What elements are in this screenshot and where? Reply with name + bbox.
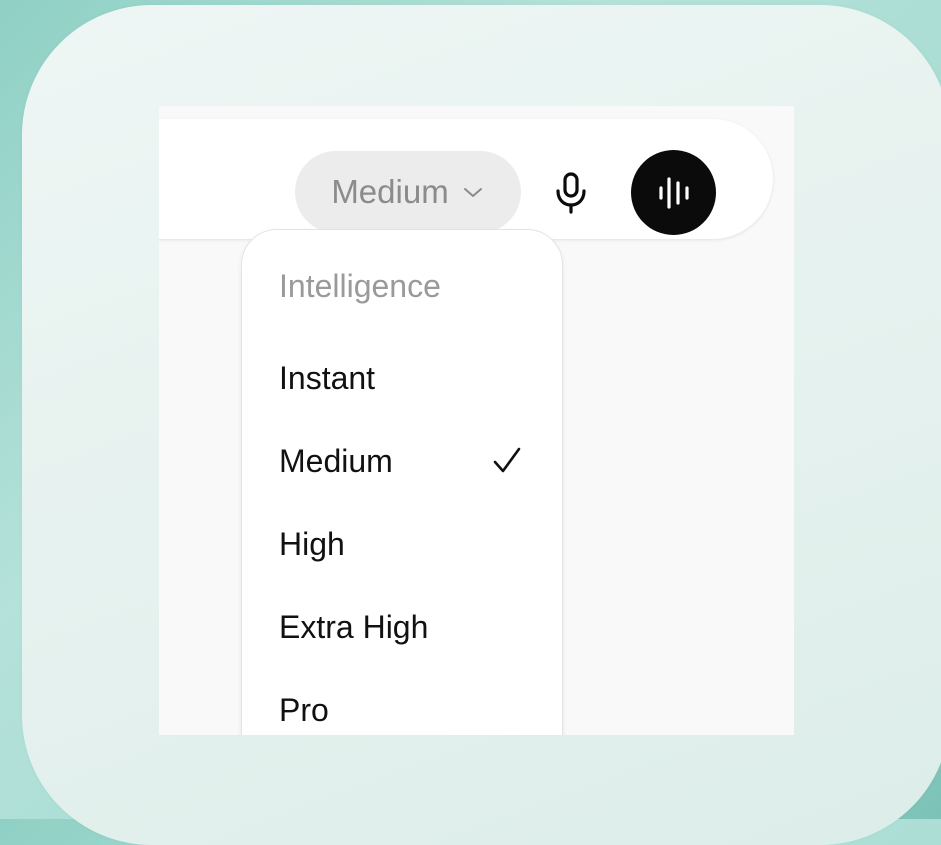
composer-bar: Medium (159, 119, 773, 239)
menu-item-extra-high[interactable]: Extra High (242, 595, 562, 665)
menu-item-high[interactable]: High (242, 512, 562, 582)
intelligence-dropdown-menu: Intelligence Instant Medium High Extra H… (241, 229, 563, 735)
menu-header: Intelligence (279, 268, 441, 304)
menu-item-instant[interactable]: Instant (242, 346, 562, 416)
model-selector-button[interactable]: Medium (295, 151, 521, 233)
chevron-down-icon (463, 188, 482, 197)
menu-item-label: Medium (279, 443, 393, 479)
app-window: Medium Intelligence Instant Medium High … (159, 106, 794, 735)
menu-item-label: Instant (279, 360, 376, 396)
menu-item-label: Pro (279, 692, 329, 728)
menu-item-label: Extra High (279, 609, 429, 645)
menu-item-medium[interactable]: Medium (242, 429, 562, 499)
voice-mode-button[interactable] (631, 150, 716, 235)
microphone-button[interactable] (549, 169, 593, 217)
microphone-icon (556, 172, 586, 214)
menu-item-label: High (279, 526, 345, 562)
voice-waveform-icon (658, 176, 689, 209)
menu-item-pro[interactable]: Pro (242, 678, 562, 735)
model-selector-label: Medium (331, 173, 449, 210)
checkmark-icon (493, 447, 521, 473)
